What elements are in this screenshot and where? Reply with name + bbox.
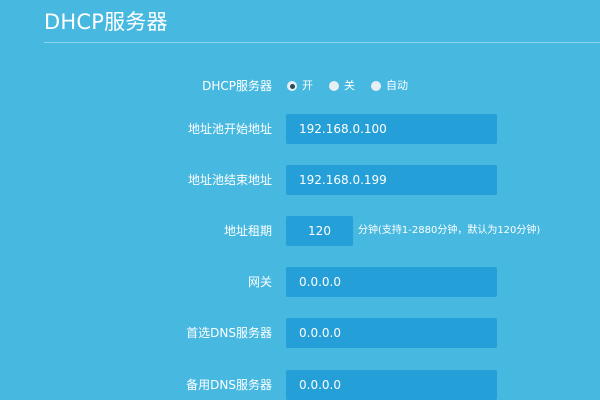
lease-hint: 分钟(支持1-2880分钟，默认为120分钟) (358, 225, 541, 236)
pool-end-label: 地址池结束地址 (187, 173, 272, 187)
pool-end-input[interactable] (286, 165, 497, 195)
gateway-input[interactable] (286, 267, 497, 297)
radio-auto-label: 自动 (386, 79, 408, 92)
pool-end-row: 地址池结束地址 (0, 165, 600, 195)
title-divider (44, 42, 600, 43)
pool-start-input[interactable] (286, 114, 497, 144)
primary-dns-row: 首选DNS服务器 (0, 318, 600, 348)
dhcp-server-row: DHCP服务器 开 关 自动 (0, 71, 600, 101)
secondary-dns-row: 备用DNS服务器 (0, 370, 600, 400)
dhcp-server-label: DHCP服务器 (202, 79, 272, 93)
secondary-dns-label: 备用DNS服务器 (186, 378, 272, 392)
primary-dns-input[interactable] (286, 318, 497, 348)
radio-off-icon[interactable] (329, 81, 339, 91)
page-title: DHCP服务器 (44, 10, 168, 34)
gateway-row: 网关 (0, 267, 600, 297)
pool-start-label: 地址池开始地址 (187, 122, 272, 136)
pool-start-row: 地址池开始地址 (0, 114, 600, 144)
radio-option-off[interactable]: 关 (329, 79, 355, 93)
lease-row: 地址租期 分钟(支持1-2880分钟，默认为120分钟) (0, 216, 600, 246)
secondary-dns-input[interactable] (286, 370, 497, 400)
radio-on-icon[interactable] (287, 81, 297, 91)
gateway-label: 网关 (247, 275, 272, 289)
primary-dns-label: 首选DNS服务器 (186, 326, 272, 340)
dhcp-server-radio-group: 开 关 自动 (287, 71, 424, 101)
radio-off-label: 关 (344, 79, 355, 92)
lease-input[interactable] (286, 216, 353, 246)
radio-option-auto[interactable]: 自动 (371, 79, 408, 93)
radio-auto-icon[interactable] (371, 81, 381, 91)
radio-option-on[interactable]: 开 (287, 79, 313, 93)
radio-on-label: 开 (302, 79, 313, 92)
lease-label: 地址租期 (223, 224, 272, 238)
